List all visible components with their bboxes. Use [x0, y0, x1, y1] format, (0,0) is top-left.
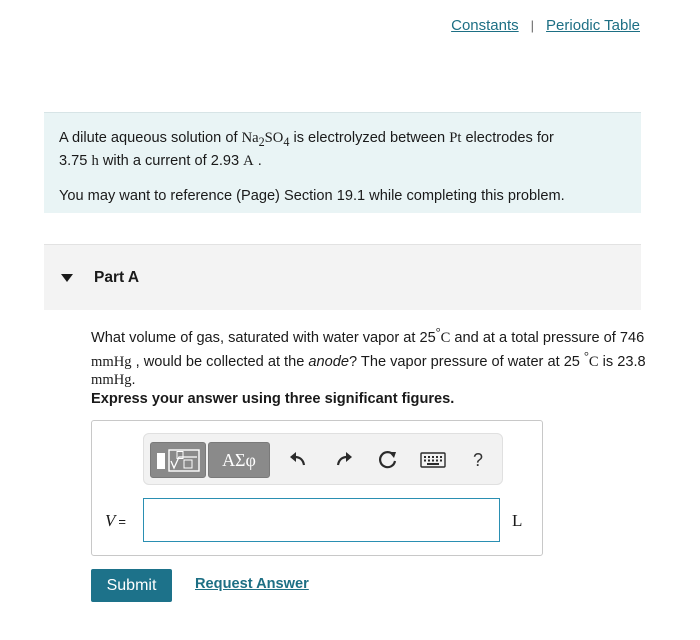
- part-title: Part A: [94, 268, 140, 286]
- math-toolbar: ΑΣφ ?: [143, 433, 503, 485]
- answer-instruction: Express your answer using three signific…: [91, 391, 455, 407]
- undo-icon[interactable]: [286, 448, 310, 472]
- top-links: Constants | Periodic Table: [451, 17, 640, 34]
- submit-button[interactable]: Submit: [91, 569, 172, 602]
- problem-intro: A dilute aqueous solution of Na2SO4 is e…: [44, 112, 641, 213]
- templates-icon: [157, 449, 200, 472]
- question-text: What volume of gas, saturated with water…: [91, 325, 646, 388]
- constants-link[interactable]: Constants: [451, 17, 519, 34]
- unit-label: L: [512, 511, 523, 530]
- answer-box: ΑΣφ ? V = L: [91, 420, 543, 556]
- request-answer-link[interactable]: Request Answer: [195, 576, 309, 592]
- variable-label: V =: [105, 511, 126, 530]
- collapse-caret-icon[interactable]: [61, 273, 73, 282]
- answer-input[interactable]: [143, 498, 500, 542]
- redo-icon[interactable]: [332, 448, 356, 472]
- help-icon[interactable]: ?: [466, 448, 490, 472]
- link-separator: |: [530, 18, 535, 33]
- keyboard-icon[interactable]: [420, 448, 446, 472]
- formula: Na2SO4: [241, 130, 290, 149]
- periodic-table-link[interactable]: Periodic Table: [546, 17, 640, 34]
- greek-symbols-button[interactable]: ΑΣφ: [208, 442, 270, 478]
- reset-icon[interactable]: [376, 448, 400, 472]
- templates-button[interactable]: [150, 442, 206, 478]
- part-a-header[interactable]: Part A: [44, 244, 641, 310]
- problem-statement: A dilute aqueous solution of Na2SO4 is e…: [59, 130, 554, 169]
- reference-note: You may want to reference (Page) Section…: [59, 187, 565, 204]
